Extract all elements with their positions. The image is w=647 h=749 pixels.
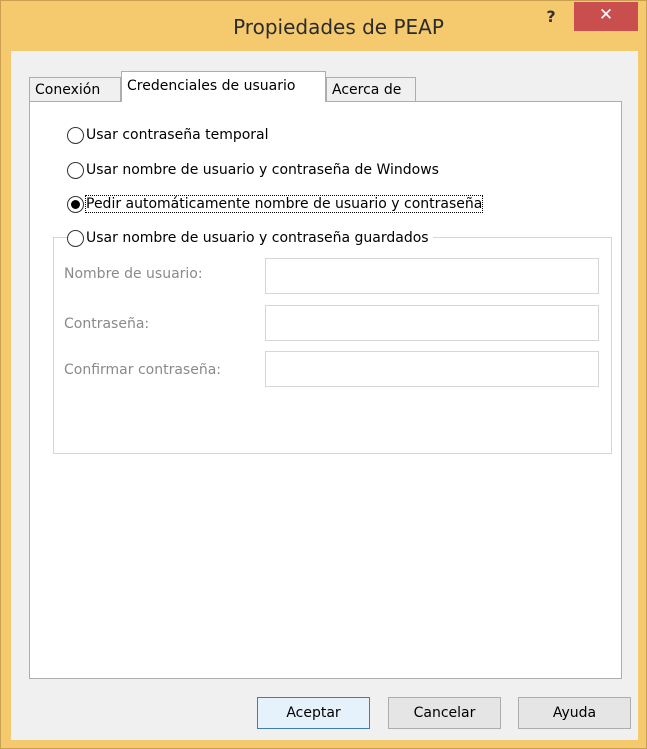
close-button[interactable]: ✕ — [574, 2, 638, 31]
username-label: Nombre de usuario: — [64, 266, 203, 282]
help-icon[interactable]: ? — [536, 7, 566, 29]
password-label: Contraseña: — [64, 316, 150, 332]
username-field[interactable] — [265, 258, 599, 294]
credentials-tab-panel: Usar contraseña temporal Usar nombre de … — [29, 101, 622, 679]
title-bar: Propiedades de PEAP ? ✕ — [1, 1, 646, 51]
cancel-button[interactable]: Cancelar — [388, 697, 501, 729]
option-label: Usar contraseña temporal — [86, 127, 269, 143]
option-label: Usar nombre de usuario y contraseña de W… — [86, 162, 439, 178]
dialog-client-area: Conexión Credenciales de usuario Acerca … — [11, 51, 638, 740]
tab-acerca-de[interactable]: Acerca de — [326, 77, 416, 101]
confirm-password-label: Confirmar contraseña: — [64, 362, 222, 378]
option-temporary-password[interactable]: Usar contraseña temporal — [67, 124, 269, 146]
help-button[interactable]: Ayuda — [518, 697, 631, 729]
option-windows-credentials[interactable]: Usar nombre de usuario y contraseña de W… — [67, 159, 439, 181]
confirm-password-field[interactable] — [265, 351, 599, 387]
radio-checked-icon[interactable] — [67, 195, 84, 213]
tab-conexion[interactable]: Conexión — [29, 77, 121, 101]
tab-credenciales-de-usuario[interactable]: Credenciales de usuario — [121, 71, 326, 102]
option-prompt-automatically[interactable]: Pedir automáticamente nombre de usuario … — [67, 193, 484, 215]
peap-properties-dialog: Propiedades de PEAP ? ✕ Conexión Credenc… — [0, 0, 647, 749]
accept-button[interactable]: Aceptar — [257, 697, 370, 729]
radio-icon[interactable] — [67, 126, 84, 144]
option-label: Pedir automáticamente nombre de usuario … — [84, 195, 484, 213]
option-saved-credentials[interactable]: Usar nombre de usuario y contraseña guar… — [67, 227, 433, 249]
option-label: Usar nombre de usuario y contraseña guar… — [86, 230, 429, 246]
radio-icon[interactable] — [67, 229, 84, 247]
radio-icon[interactable] — [67, 161, 84, 179]
password-field[interactable] — [265, 305, 599, 341]
